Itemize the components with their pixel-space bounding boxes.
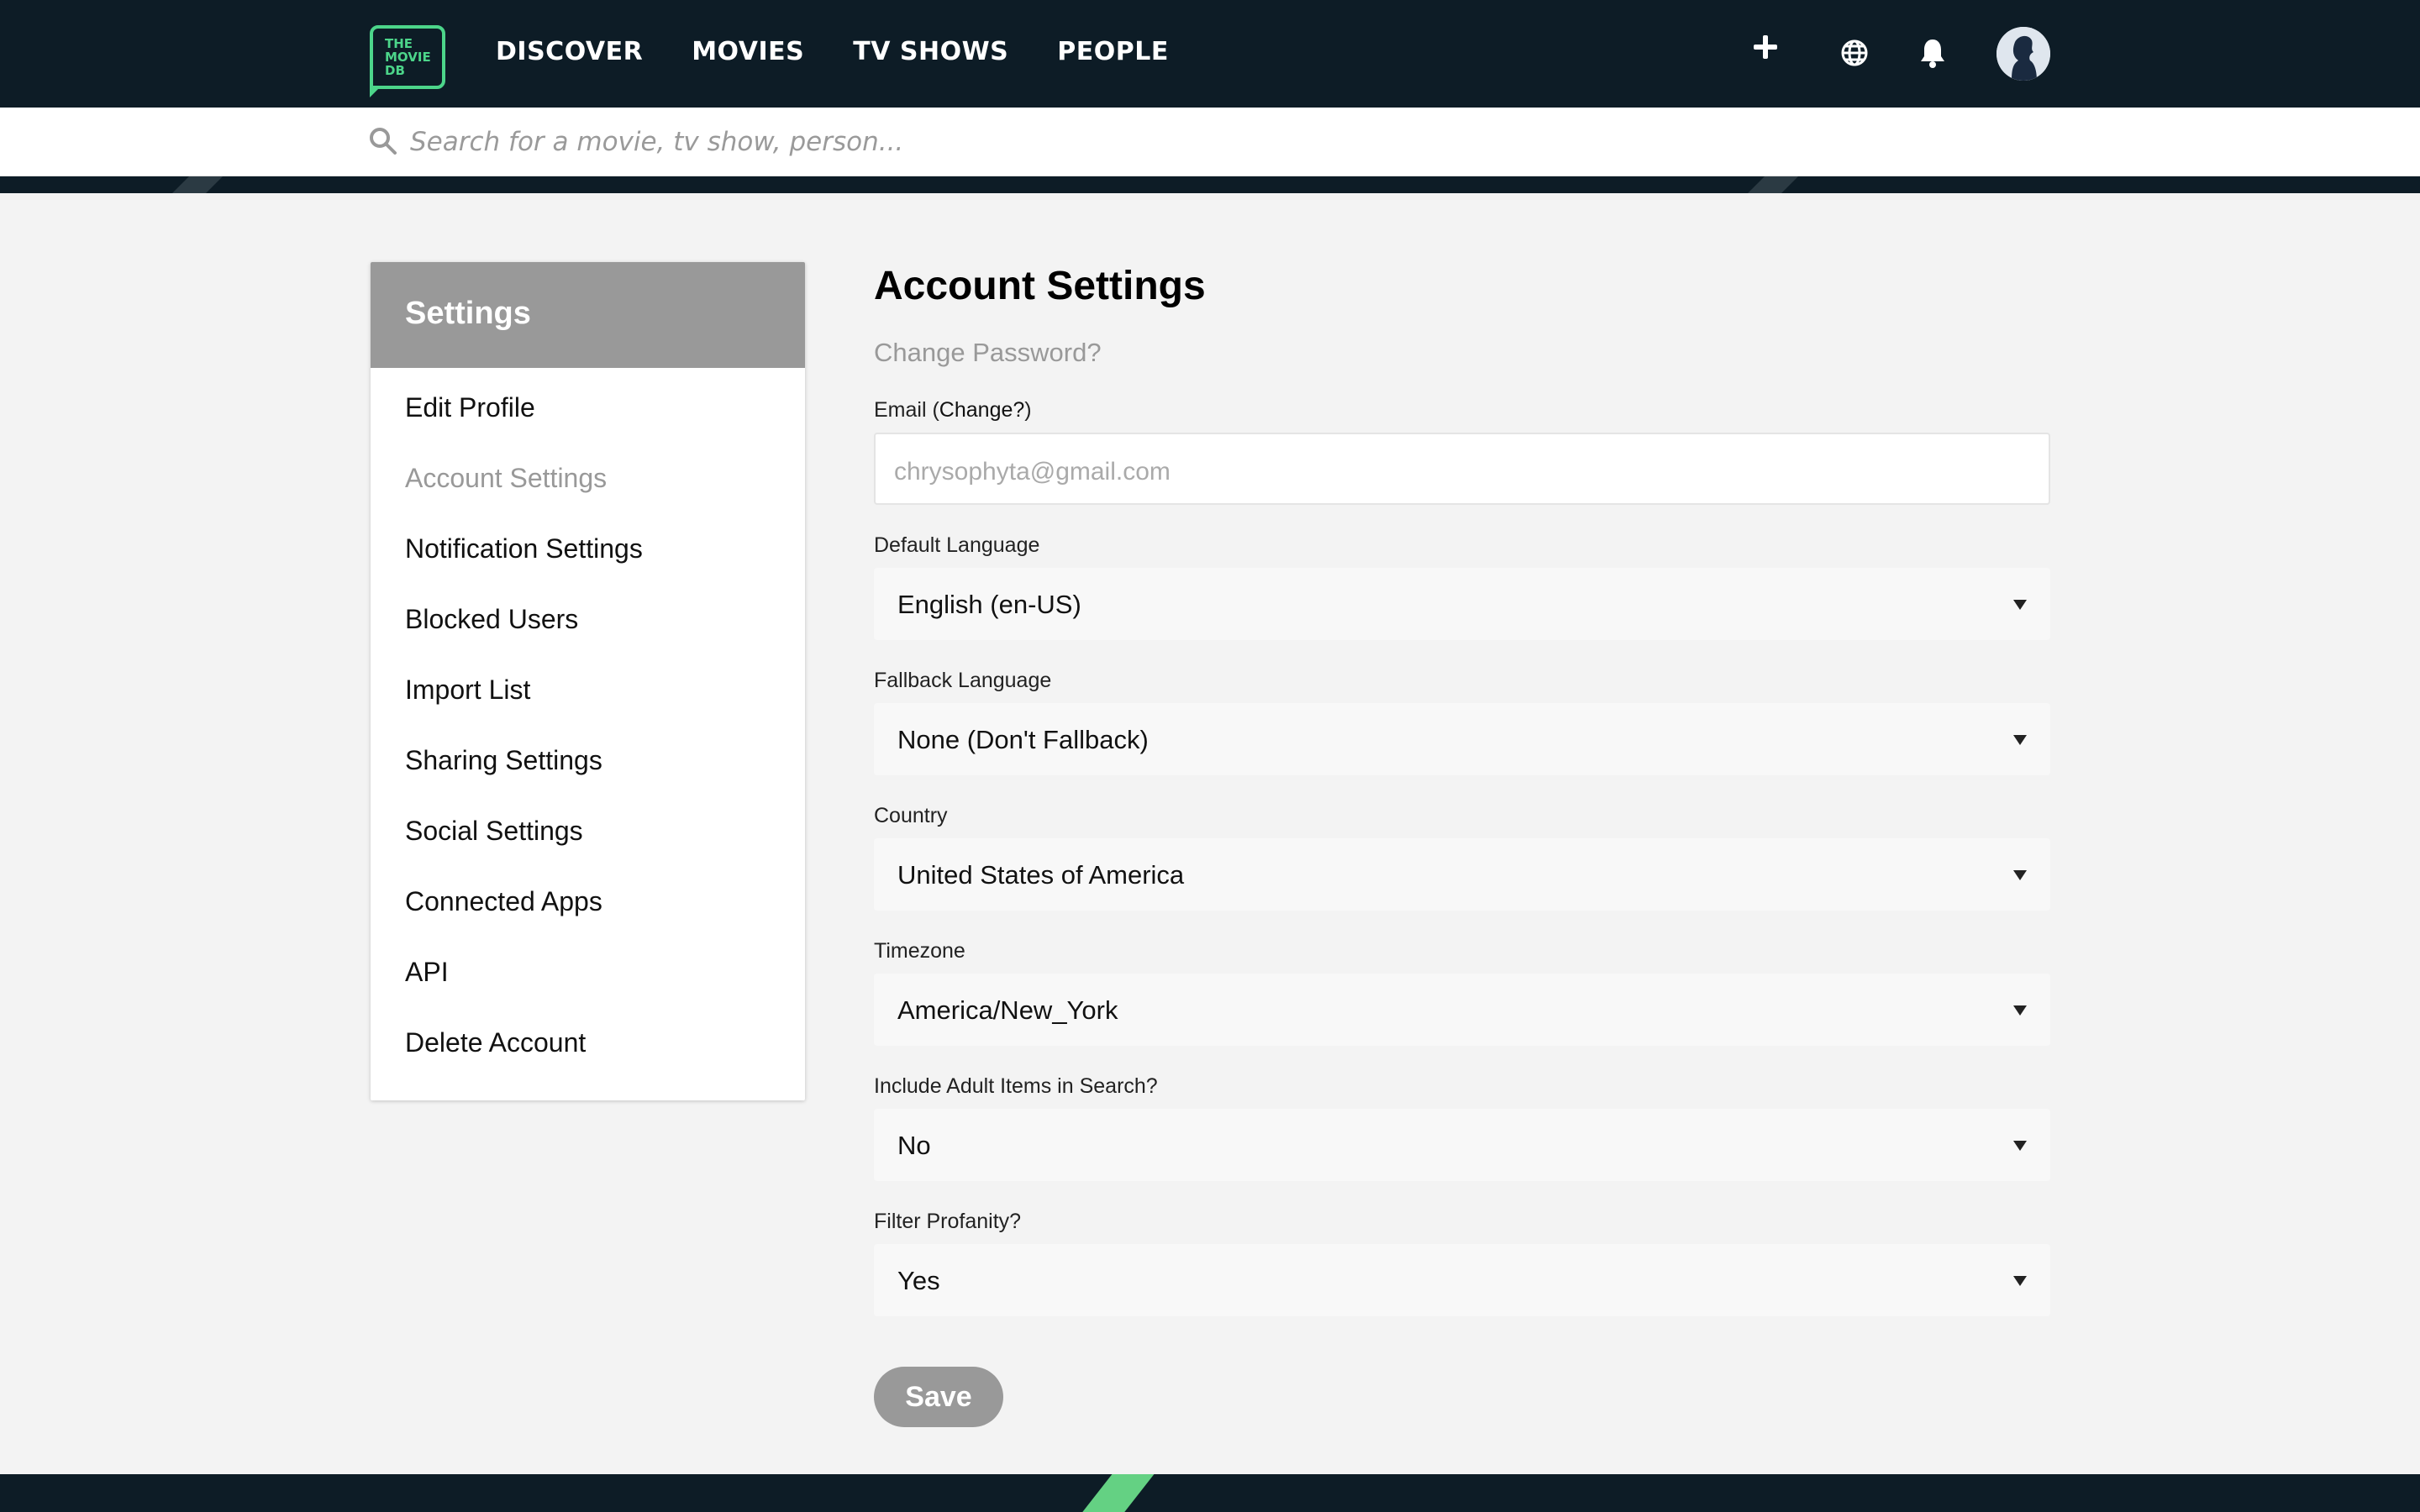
tmdb-logo[interactable]: THE MOVIE DB [370,25,445,97]
nav-discover[interactable]: DISCOVER [496,37,643,66]
footer-accent-stripe [1072,1474,1155,1512]
sidebar-title: Settings [371,262,805,368]
email-label-suffix: ) [1024,398,1032,422]
sidebar-item-delete-account[interactable]: Delete Account [371,1025,805,1095]
nav-tv-shows[interactable]: TV SHOWS [853,37,1008,66]
nav-movies[interactable]: MOVIES [692,37,804,66]
settings-sidebar: Settings Edit Profile Account Settings N… [371,262,805,1100]
default-language-label: Default Language [874,533,1040,557]
sidebar-item-api[interactable]: API [371,954,805,1025]
sidebar-item-edit-profile[interactable]: Edit Profile [371,390,805,460]
search-icon [368,126,398,160]
logo-line-3: DB [385,63,405,78]
country-label: Country [874,804,948,827]
sidebar-item-blocked-users[interactable]: Blocked Users [371,601,805,672]
logo-line-2: MOVIE [385,50,431,65]
country-select[interactable]: United States of America [874,838,2050,911]
sidebar-menu: Edit Profile Account Settings Notificati… [371,368,805,1095]
globe-icon[interactable] [1840,39,1869,71]
bell-icon[interactable] [1919,38,1946,71]
default-language-group: Default Language English (en-US) [874,533,2050,640]
plus-icon[interactable] [1752,34,1779,60]
caret-down-icon [2013,870,2027,880]
filter-profanity-label: Filter Profanity? [874,1210,1022,1233]
search-bar [0,108,2420,176]
fallback-language-group: Fallback Language None (Don't Fallback) [874,669,2050,775]
sidebar-item-import-list[interactable]: Import List [371,672,805,743]
save-button[interactable]: Save [874,1367,1003,1427]
caret-down-icon [2013,1005,2027,1016]
timezone-select[interactable]: America/New_York [874,974,2050,1046]
fallback-language-value: None (Don't Fallback) [897,725,1149,754]
sidebar-item-account-settings[interactable]: Account Settings [371,460,805,531]
adult-items-label: Include Adult Items in Search? [874,1074,1158,1098]
caret-down-icon [2013,1141,2027,1151]
filter-profanity-select[interactable]: Yes [874,1244,2050,1316]
nav-people[interactable]: PEOPLE [1057,37,1169,66]
country-value: United States of America [897,860,1185,890]
sidebar-item-social-settings[interactable]: Social Settings [371,813,805,884]
top-navbar: THE MOVIE DB DISCOVER MOVIES TV SHOWS PE… [0,0,2420,108]
caret-down-icon [2013,1276,2027,1286]
country-group: Country United States of America [874,804,2050,911]
email-label: Email (Change?) [874,398,2050,423]
band-stripe [172,176,223,193]
email-field: chrysophyta@gmail.com [874,433,2050,505]
sidebar-item-notification-settings[interactable]: Notification Settings [371,531,805,601]
adult-items-select[interactable]: No [874,1109,2050,1181]
search-input[interactable] [410,123,2007,161]
email-label-prefix: Email ( [874,398,939,422]
fallback-language-label: Fallback Language [874,669,1052,692]
change-password-link[interactable]: Change Password? [874,338,1102,368]
default-language-select[interactable]: English (en-US) [874,568,2050,640]
sidebar-item-sharing-settings[interactable]: Sharing Settings [371,743,805,813]
logo-line-1: THE [385,36,413,51]
change-email-link[interactable]: Change? [939,398,1024,422]
timezone-group: Timezone America/New_York [874,939,2050,1046]
account-settings-form: Account Settings Change Password? Email … [874,262,2050,1427]
caret-down-icon [2013,600,2027,610]
fallback-language-select[interactable]: None (Don't Fallback) [874,703,2050,775]
filter-profanity-value: Yes [897,1266,940,1295]
timezone-label: Timezone [874,939,965,963]
main-nav: DISCOVER MOVIES TV SHOWS PEOPLE [496,37,1218,66]
caret-down-icon [2013,735,2027,745]
adult-items-value: No [897,1131,931,1160]
avatar[interactable] [1996,27,2050,81]
band-stripe [1748,176,1798,193]
filter-profanity-group: Filter Profanity? Yes [874,1210,2050,1316]
sidebar-item-connected-apps[interactable]: Connected Apps [371,884,805,954]
timezone-value: America/New_York [897,995,1118,1025]
adult-items-group: Include Adult Items in Search? No [874,1074,2050,1181]
footer [0,1474,2420,1512]
default-language-value: English (en-US) [897,590,1081,619]
page-title: Account Settings [874,264,1206,308]
header-divider-band [0,176,2420,193]
logo-speech-tail [370,86,381,97]
